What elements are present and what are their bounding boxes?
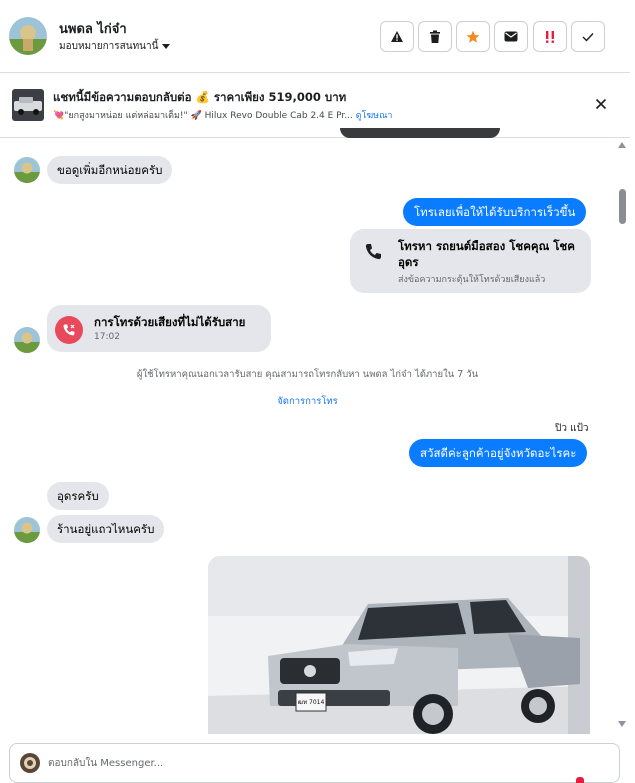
missed-call-message[interactable]: การโทรด้วยเสียงที่ไม่ได้รับสาย 17:02: [47, 305, 271, 352]
banner-subtitle-text: 💘"ยกสูงมาหน่อย แต่หล่อมาเต็ม!" 🚀 Hilux R…: [53, 111, 353, 121]
contact-avatar-small[interactable]: [14, 517, 40, 543]
outgoing-message[interactable]: โทรเลยเพื่อให้ได้รับบริการเร็วขึ้น: [403, 198, 587, 226]
delete-button[interactable]: [418, 21, 452, 52]
missed-call-title: การโทรด้วยเสียงที่ไม่ได้รับสาย: [94, 315, 246, 329]
contact-avatar[interactable]: [9, 17, 47, 55]
scroll-up-arrow[interactable]: [618, 142, 626, 148]
contact-avatar-small[interactable]: [14, 327, 40, 353]
incoming-message[interactable]: ขอดูเพิ่มอีกหน่อยครับ: [47, 156, 173, 184]
contact-name: นพดล ไก่จ๋า: [59, 22, 127, 37]
banner-title: แชทนี้มีข้อความตอบกลับต่อ 💰 ราคาเพียง 51…: [53, 90, 347, 104]
report-button[interactable]: [380, 21, 414, 52]
check-icon: [582, 32, 594, 42]
view-ad-link[interactable]: ดูโฆษณา: [356, 111, 393, 121]
star-button[interactable]: [456, 21, 490, 52]
banner-subtitle: 💘"ยกสูงมาหน่อย แต่หล่อมาเต็ม!" 🚀 Hilux R…: [53, 108, 392, 122]
missed-call-icon: [55, 316, 83, 344]
trash-icon: [430, 30, 440, 43]
mark-unread-button[interactable]: [494, 21, 528, 52]
mark-done-button[interactable]: [571, 21, 605, 52]
outgoing-message[interactable]: สวัสดีค่ะลูกค้าอยู่จังหวัดอะไรคะ: [409, 439, 588, 467]
call-card-subtitle: ส่งข้อความกระตุ้นให้โทรด้วยเสียงแล้ว: [398, 275, 546, 285]
assign-label: มอบหมายการสนทนานี้: [59, 41, 159, 52]
license-plate: ฒท 7014: [298, 699, 325, 706]
caret-down-icon: [162, 44, 171, 49]
incoming-message[interactable]: ร้านอยู่แถวไหนครับ: [47, 515, 165, 543]
star-icon: [466, 30, 480, 43]
previous-attachment[interactable]: [340, 128, 500, 138]
assign-conversation-dropdown[interactable]: มอบหมายการสนทนานี้: [59, 39, 171, 54]
call-request-card[interactable]: โทรหา รถยนต์มือสอง โชคคุณ โชค อุดร ส่งข้…: [350, 229, 591, 293]
manage-calls-link[interactable]: จัดการการโทร: [0, 394, 615, 409]
incoming-message[interactable]: อุดรครับ: [47, 482, 109, 510]
conversation-header: นพดล ไก่จ๋า มอบหมายการสนทนานี้: [0, 0, 630, 73]
sender-name: ปิว แป้ว: [555, 423, 589, 434]
listing-thumbnail[interactable]: [12, 89, 44, 121]
page-avatar: [20, 753, 40, 773]
message-scrollbar[interactable]: [615, 138, 629, 734]
scroll-down-arrow[interactable]: [618, 721, 626, 727]
double-exclamation-icon: [546, 30, 554, 43]
emoji-button[interactable]: [576, 777, 584, 783]
close-banner-button[interactable]: [593, 96, 609, 112]
contact-avatar-small[interactable]: [14, 157, 40, 183]
alert-triangle-icon: [391, 30, 403, 42]
truck-photo-attachment[interactable]: ฒท 7014: [208, 556, 590, 734]
missed-call-time: 17:02: [94, 332, 120, 342]
envelope-icon: [504, 31, 518, 42]
spam-button[interactable]: [533, 21, 567, 52]
phone-icon: [362, 241, 384, 263]
reply-input[interactable]: [48, 752, 568, 774]
message-composer: [9, 743, 620, 783]
close-icon: [595, 98, 607, 110]
scroll-thumb[interactable]: [619, 189, 626, 224]
callback-note: ผู้ใช้โทรหาคุณนอกเวลารับสาย คุณสามารถโทร…: [136, 369, 479, 380]
call-card-title: โทรหา รถยนต์มือสอง โชคคุณ โชค อุดร: [398, 239, 575, 269]
